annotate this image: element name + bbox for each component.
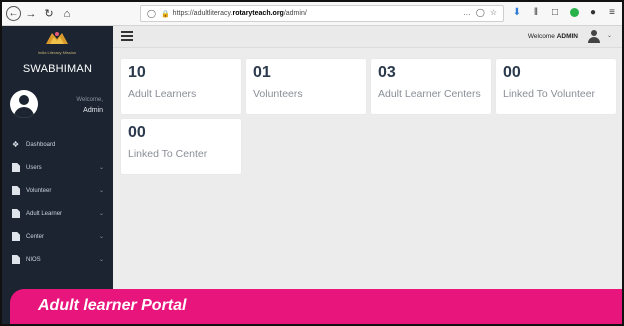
stat-label: Linked To Volunteer — [503, 88, 596, 100]
bookmark-star-icon[interactable]: ☆ — [490, 8, 497, 17]
portal-banner: Adult learner Portal — [10, 289, 622, 324]
stat-value: 00 — [503, 64, 521, 81]
browser-toolbar: ← → ↻ ⌂ ◯ 🔒 https://adultliteracy.rotary… — [2, 2, 622, 26]
stat-value: 10 — [128, 64, 146, 81]
stat-value: 01 — [253, 64, 271, 81]
sidebar-item-volunteer[interactable]: Volunteer ⌄ — [2, 179, 113, 202]
page-actions-icon[interactable]: … — [463, 8, 471, 17]
sidebar-item-label: Dashboard — [26, 141, 56, 148]
download-icon[interactable]: ⬇ — [511, 6, 523, 18]
chevron-down-icon: ⌄ — [98, 257, 104, 263]
chevron-down-icon: ⌄ — [98, 165, 104, 171]
lock-icon[interactable]: 🔒 — [161, 10, 170, 18]
chevron-down-icon: ⌄ — [98, 234, 104, 240]
chevron-down-icon: ⌄ — [98, 188, 104, 194]
hamburger-menu-icon[interactable] — [121, 31, 133, 41]
stat-label: Linked To Center — [128, 148, 208, 160]
home-icon[interactable]: ⌂ — [59, 6, 75, 22]
sidebar: India Literacy Mission SWABHIMAN Welcome… — [2, 26, 113, 324]
logo: India Literacy Mission — [30, 31, 84, 59]
file-icon — [12, 163, 20, 172]
chevron-down-icon: ⌄ — [98, 211, 104, 217]
browser-tools: ⬇ ‖ □ ● ≡ — [511, 6, 618, 18]
stat-label: Adult Learner Centers — [378, 88, 481, 100]
sidebar-item-users[interactable]: Users ⌄ — [2, 156, 113, 179]
logo-caption: India Literacy Mission — [37, 50, 77, 55]
header-welcome-text: Welcome — [527, 33, 555, 40]
sidebar-item-label: NIOS — [26, 256, 41, 263]
stat-card-adult-learners[interactable]: 10 Adult Learners — [121, 59, 241, 114]
stat-card-volunteers[interactable]: 01 Volunteers — [246, 59, 366, 114]
sidebar-brand: SWABHIMAN — [22, 63, 93, 75]
stat-value: 00 — [128, 124, 146, 141]
shield-icon[interactable]: ◯ — [147, 9, 156, 18]
stat-card-adult-learner-centers[interactable]: 03 Adult Learner Centers — [371, 59, 491, 114]
stat-label: Adult Learners — [128, 88, 197, 100]
avatar — [10, 90, 38, 118]
sidebar-user: Welcome, Admin — [10, 90, 105, 120]
url-path: /admin/ — [283, 10, 307, 17]
url-actions: … ◯ ☆ — [463, 8, 497, 17]
file-icon — [12, 232, 20, 241]
sidebar-item-label: Users — [26, 164, 42, 171]
url-prefix: https://adultliteracy. — [172, 10, 233, 17]
chevron-down-icon[interactable]: ⌄ — [607, 32, 612, 39]
reader-icon[interactable]: □ — [549, 6, 561, 18]
stat-label: Volunteers — [253, 88, 303, 100]
file-icon — [12, 186, 20, 195]
dashboard-content: 10 Adult Learners 01 Volunteers 03 Adult… — [113, 49, 622, 289]
header-welcome: Welcome ADMIN — [528, 33, 578, 40]
screenshot-frame: ← → ↻ ⌂ ◯ 🔒 https://adultliteracy.rotary… — [0, 0, 624, 326]
stat-card-linked-to-volunteer[interactable]: 00 Linked To Volunteer — [496, 59, 616, 114]
rotary-logo-icon — [46, 32, 68, 44]
reload-icon[interactable]: ↻ — [41, 6, 57, 22]
forward-icon[interactable]: → — [23, 6, 39, 22]
sidebar-item-nios[interactable]: NIOS ⌄ — [2, 248, 113, 271]
sidebar-item-label: Center — [26, 233, 45, 240]
file-icon — [12, 209, 20, 218]
back-icon[interactable]: ← — [6, 6, 21, 21]
extension-icon[interactable] — [568, 6, 580, 18]
address-bar[interactable]: ◯ 🔒 https://adultliteracy.rotaryteach.or… — [140, 5, 504, 22]
sidebar-item-adult-learner[interactable]: Adult Learner ⌄ — [2, 202, 113, 225]
account-icon[interactable]: ● — [587, 6, 599, 18]
file-icon — [12, 255, 20, 264]
menu-icon[interactable]: ≡ — [606, 6, 618, 18]
url-domain: rotaryteach.org — [232, 10, 284, 17]
sidebar-item-dashboard[interactable]: ❖ Dashboard — [2, 133, 113, 156]
user-avatar-icon[interactable] — [587, 30, 600, 43]
library-icon[interactable]: ‖ — [530, 6, 542, 18]
sidebar-item-label: Adult Learner — [26, 210, 63, 217]
sidebar-item-label: Volunteer — [26, 187, 52, 194]
home-icon: ❖ — [12, 139, 20, 149]
app-header: Welcome ADMIN ⌄ — [113, 26, 622, 48]
stat-value: 03 — [378, 64, 396, 81]
pocket-icon[interactable]: ◯ — [476, 8, 485, 17]
url-text: https://adultliteracy.rotaryteach.org/ad… — [173, 10, 307, 17]
sidebar-item-center[interactable]: Center ⌄ — [2, 225, 113, 248]
sidebar-welcome: Welcome, — [76, 97, 103, 103]
banner-title: Adult learner Portal — [38, 297, 187, 314]
header-user-name: ADMIN — [556, 33, 578, 40]
sidebar-menu: ❖ Dashboard Users ⌄ Volunteer ⌄ Adult Le… — [2, 133, 113, 271]
sidebar-user-name: Admin — [83, 107, 103, 114]
stat-card-linked-to-center[interactable]: 00 Linked To Center — [121, 119, 241, 174]
